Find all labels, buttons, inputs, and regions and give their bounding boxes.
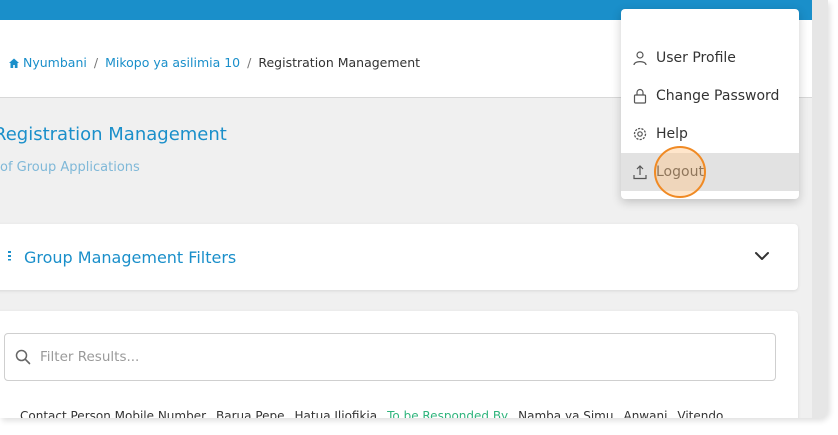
page-title: Registration Management <box>0 124 227 145</box>
breadcrumb-separator: / <box>93 55 99 70</box>
menu-item-change-password[interactable]: Change Password <box>621 77 799 115</box>
filter-results-box[interactable] <box>4 333 776 381</box>
breadcrumb-loans-link[interactable]: Mikopo ya asilimia 10 <box>105 55 240 70</box>
breadcrumb-current: Registration Management <box>258 55 421 70</box>
menu-item-label: Logout <box>656 164 704 180</box>
search-icon <box>15 349 31 365</box>
filter-icon <box>2 249 14 265</box>
table-header-row: Contact Person Mobile Number Barua Pepe … <box>20 409 790 418</box>
menu-item-label: Change Password <box>656 88 780 104</box>
column-header[interactable]: Vitendo <box>677 409 723 418</box>
chevron-down-icon[interactable] <box>752 246 772 266</box>
home-icon[interactable] <box>8 57 20 69</box>
menu-item-label: User Profile <box>656 50 736 66</box>
gear-icon <box>632 126 648 142</box>
breadcrumb-separator: / <box>247 55 252 70</box>
user-icon <box>632 50 648 66</box>
filter-results-input[interactable] <box>40 349 740 365</box>
filters-panel-label: Group Management Filters <box>24 247 237 267</box>
breadcrumb: Nyumbani / Mikopo ya asilimia 10 / Regis… <box>8 55 420 70</box>
page-subtitle: of Group Applications <box>0 160 140 175</box>
column-header[interactable]: Namba ya Simu <box>518 409 613 418</box>
breadcrumb-home-link[interactable]: Nyumbani <box>23 55 87 70</box>
column-header[interactable]: Hatua Iliofikia <box>295 409 378 418</box>
menu-item-logout[interactable]: Logout <box>621 153 799 191</box>
app-window: Nyumbani / Mikopo ya asilimia 10 / Regis… <box>0 0 828 418</box>
column-header[interactable]: Anwani <box>623 409 667 418</box>
group-management-filters-panel[interactable]: Group Management Filters <box>0 224 798 290</box>
results-panel: Contact Person Mobile Number Barua Pepe … <box>0 311 798 418</box>
upload-icon <box>632 164 648 180</box>
user-menu-dropdown: User Profile Change Password Help Logout <box>621 9 799 199</box>
lock-icon <box>632 88 648 104</box>
menu-item-label: Help <box>656 126 688 142</box>
column-header[interactable]: Barua Pepe <box>216 409 284 418</box>
column-header[interactable]: To be Responded By <box>387 409 508 418</box>
page-scroll-edge <box>812 0 828 418</box>
menu-item-help[interactable]: Help <box>621 115 799 153</box>
menu-item-user-profile[interactable]: User Profile <box>621 39 799 77</box>
column-header[interactable]: Contact Person Mobile Number <box>20 409 206 418</box>
